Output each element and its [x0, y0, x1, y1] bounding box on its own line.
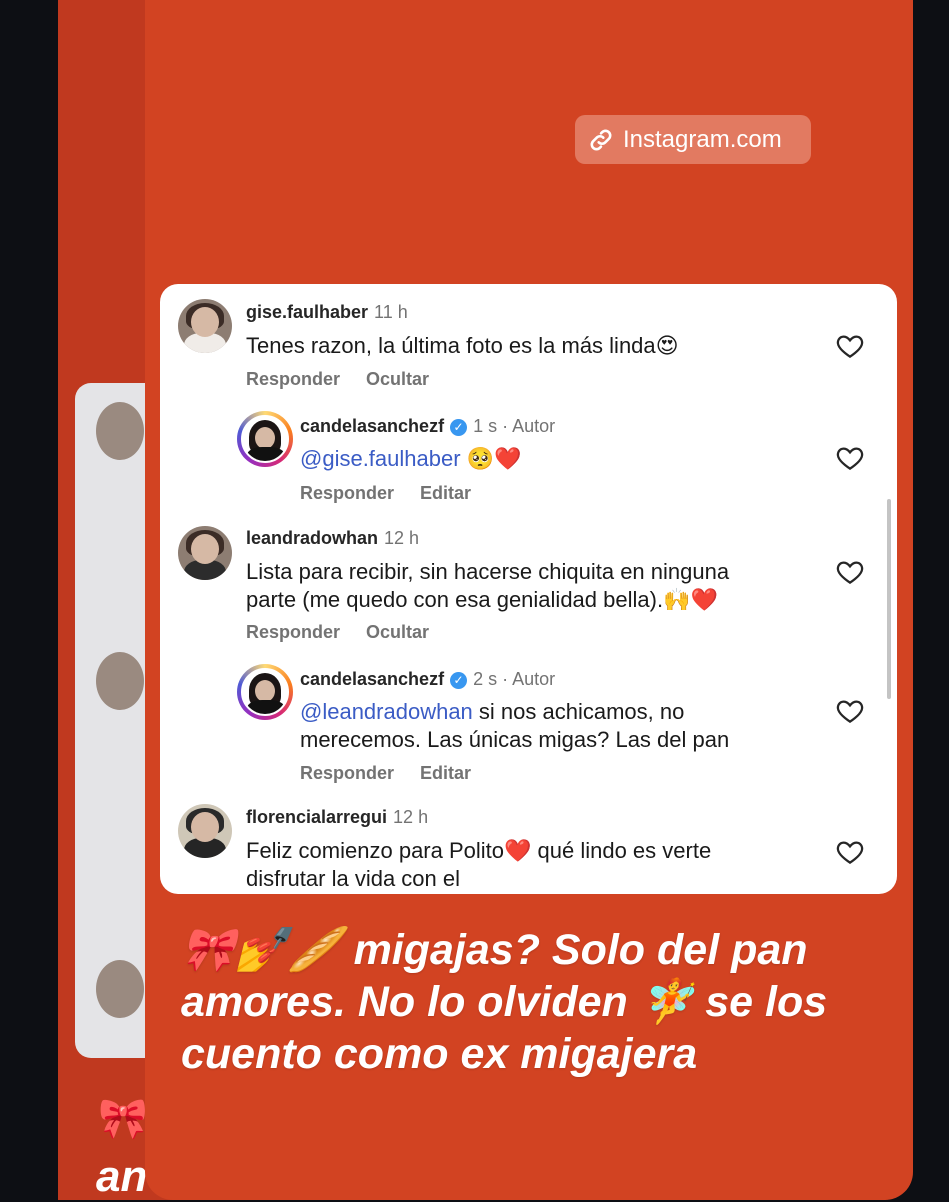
reply-button[interactable]: Responder: [300, 763, 394, 783]
story-caption: 🎀💅🥖 migajas? Solo del pan amores. No lo …: [181, 924, 901, 1080]
comment-text-line: Lista para recibir, sin hacerse chiquita…: [246, 559, 730, 584]
comment-actions: Responder Editar: [300, 483, 471, 504]
author-badge: Autor: [512, 416, 556, 436]
author-avatar[interactable]: [237, 664, 293, 720]
comment-meta: florencialarregui 12 h: [246, 807, 428, 828]
link-sticker[interactable]: Instagram.com: [575, 115, 811, 164]
heart-icon[interactable]: [835, 557, 865, 587]
comment-meta: leandradowhan 12 h: [246, 528, 419, 549]
username[interactable]: gise.faulhaber: [246, 302, 368, 322]
link-label: Instagram.com: [623, 125, 782, 153]
timestamp: 12 h: [393, 807, 429, 827]
comment-text-line: disfrutar la vida con el: [246, 866, 460, 891]
username[interactable]: florencialarregui: [246, 807, 387, 827]
reply-button[interactable]: Responder: [300, 483, 394, 503]
comment-text-line: Feliz comienzo para Polito❤️ qué lindo e…: [246, 838, 712, 863]
comment-text-line: @leandradowhan si nos achicamos, no: [300, 699, 685, 724]
comments-screenshot: gise.faulhaber 11 h Tenes razon, la últim…: [160, 284, 897, 894]
heart-icon[interactable]: [835, 837, 865, 867]
comment-text: Tenes razon, la última foto es la más li…: [246, 333, 679, 358]
username[interactable]: candelasanchezf: [300, 416, 444, 436]
comment-text: @gise.faulhaber 🥺❤️: [300, 446, 522, 471]
edit-button[interactable]: Editar: [420, 483, 471, 503]
link-icon: [590, 129, 612, 150]
avatar[interactable]: [178, 804, 232, 858]
heart-icon[interactable]: [835, 696, 865, 726]
author-avatar[interactable]: [237, 411, 293, 467]
previous-story-emoji: 🎀: [98, 1097, 148, 1141]
comment-meta: gise.faulhaber 11 h: [246, 302, 408, 323]
hide-button[interactable]: Ocultar: [366, 622, 429, 642]
verified-badge-icon: ✓: [450, 419, 468, 436]
heart-icon[interactable]: [835, 331, 865, 361]
comment-meta: candelasanchezf ✓ 2 s · Autor: [300, 669, 556, 689]
timestamp: 2 s: [473, 669, 498, 689]
heart-icon[interactable]: [835, 443, 865, 473]
reply-button[interactable]: Responder: [246, 369, 340, 389]
verified-badge-icon: ✓: [450, 672, 468, 689]
timestamp: 1 s: [473, 416, 498, 436]
timestamp: 12 h: [384, 528, 420, 548]
previous-story-avatar: [96, 402, 144, 460]
comment-actions: Responder Ocultar: [246, 622, 429, 643]
timestamp: 11 h: [374, 302, 408, 322]
edit-button[interactable]: Editar: [420, 763, 471, 783]
author-badge: Autor: [512, 669, 556, 689]
previous-story-caption: an: [96, 1152, 148, 1201]
comment-actions: Responder Ocultar: [246, 369, 429, 390]
scrollbar: [887, 499, 891, 699]
reply-button[interactable]: Responder: [246, 622, 340, 642]
mention-link[interactable]: @gise.faulhaber: [300, 446, 461, 471]
comment-actions: Responder Editar: [300, 763, 471, 784]
username[interactable]: leandradowhan: [246, 528, 378, 548]
previous-story-avatar: [96, 652, 144, 710]
caption-line: 🎀💅🥖 migajas? Solo del pan: [181, 926, 808, 974]
username[interactable]: candelasanchezf: [300, 669, 444, 689]
avatar[interactable]: [178, 526, 232, 580]
comment-text-line: parte (me quedo con esa genialidad bella…: [246, 587, 718, 612]
comment-meta: candelasanchezf ✓ 1 s · Autor: [300, 416, 556, 436]
previous-story-avatar: [96, 960, 144, 1018]
mention-link[interactable]: @leandradowhan: [300, 699, 473, 724]
caption-line: cuento como ex migajera: [181, 1030, 698, 1078]
avatar[interactable]: [178, 299, 232, 353]
story-frame[interactable]: Instagram.com gise.faulhaber 11 h Tenes r…: [145, 0, 913, 1200]
comment-text-line: merecemos. Las únicas migas? Las del pan: [300, 727, 730, 752]
caption-line: amores. No lo olviden 🧚 se los: [181, 978, 828, 1026]
hide-button[interactable]: Ocultar: [366, 369, 429, 389]
